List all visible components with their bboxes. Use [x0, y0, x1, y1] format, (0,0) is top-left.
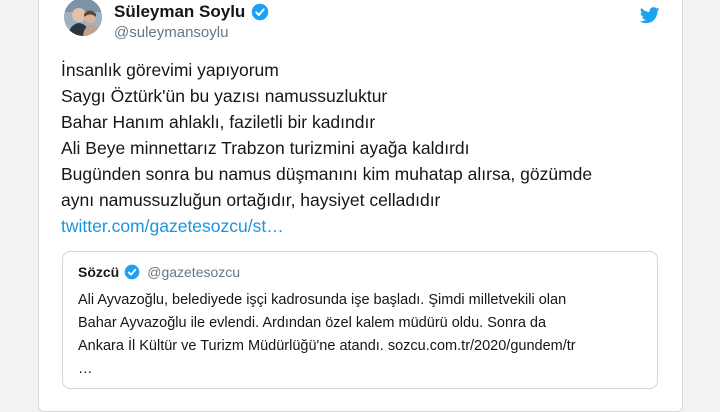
quoted-line: Bahar Ayvazoğlu ile evlendi. Ardından öz…	[78, 315, 547, 331]
twitter-bird-icon[interactable]	[640, 7, 660, 24]
verified-badge-icon	[124, 264, 140, 280]
quoted-tweet-text: Ali Ayvazoğlu, belediyede işçi kadrosund…	[78, 289, 648, 381]
tweet-line: Bugünden sonra bu namus düşmanını kim mu…	[61, 164, 593, 184]
verified-badge-icon	[252, 3, 269, 21]
avatar[interactable]	[64, 0, 102, 36]
tweet-line: aynı namussuzluğun ortağıdır, haysiyet c…	[61, 190, 441, 210]
quoted-line: …	[78, 361, 93, 377]
tweet-line: Bahar Hanım ahlaklı, faziletli bir kadın…	[61, 112, 376, 132]
quoted-line: Ankara İl Kültür ve Turizm Müdürlüğü'ne …	[78, 338, 576, 354]
profile-photo	[64, 0, 102, 36]
tweet-link[interactable]: twitter.com/gazetesozcu/st…	[61, 213, 661, 239]
author-handle[interactable]: @suleymansoylu	[114, 24, 228, 41]
tweet-text: İnsanlık görevimi yapıyorum Saygı Öztürk…	[61, 57, 661, 239]
quoted-author-name: Sözcü	[78, 264, 120, 280]
author-display-name[interactable]: Süleyman Soylu	[114, 2, 245, 22]
author-name-row[interactable]: Süleyman Soylu	[114, 2, 269, 22]
tweet-line: İnsanlık görevimi yapıyorum	[61, 60, 279, 80]
quoted-tweet-header: Sözcü @gazetesozcu	[78, 264, 240, 280]
quoted-line: Ali Ayvazoğlu, belediyede işçi kadrosund…	[78, 292, 567, 308]
tweet-line: Saygı Öztürk'ün bu yazısı namussuzluktur	[61, 86, 388, 106]
tweet-card: Süleyman Soylu @suleymansoylu İnsanlık g…	[38, 0, 683, 412]
quoted-author-handle: @gazetesozcu	[147, 264, 241, 280]
tweet-line: Ali Beye minnettarız Trabzon turizmini a…	[61, 138, 470, 158]
quoted-tweet[interactable]: Sözcü @gazetesozcu Ali Ayvazoğlu, beledi…	[62, 251, 658, 389]
